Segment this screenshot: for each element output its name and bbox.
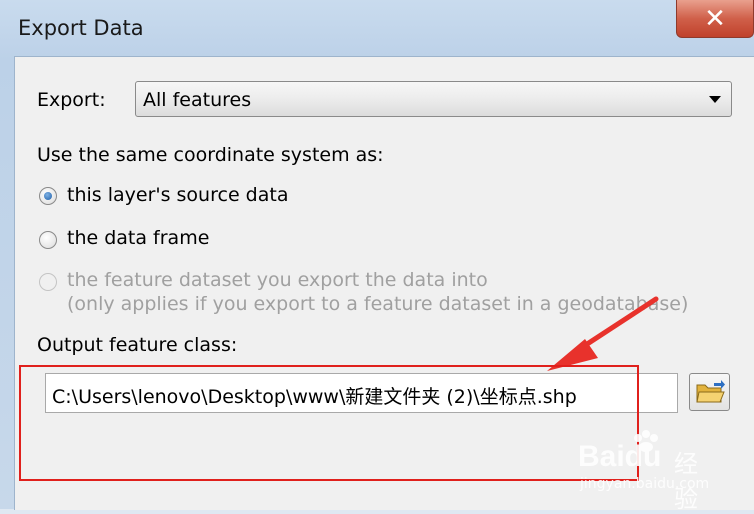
annotation-highlight-box	[19, 365, 639, 481]
export-data-dialog: Export Data ✕ Export: All features Use t…	[0, 0, 754, 513]
watermark-brand: Baidu	[578, 440, 662, 473]
watermark-url: jingyan.baidu.com	[580, 476, 710, 492]
